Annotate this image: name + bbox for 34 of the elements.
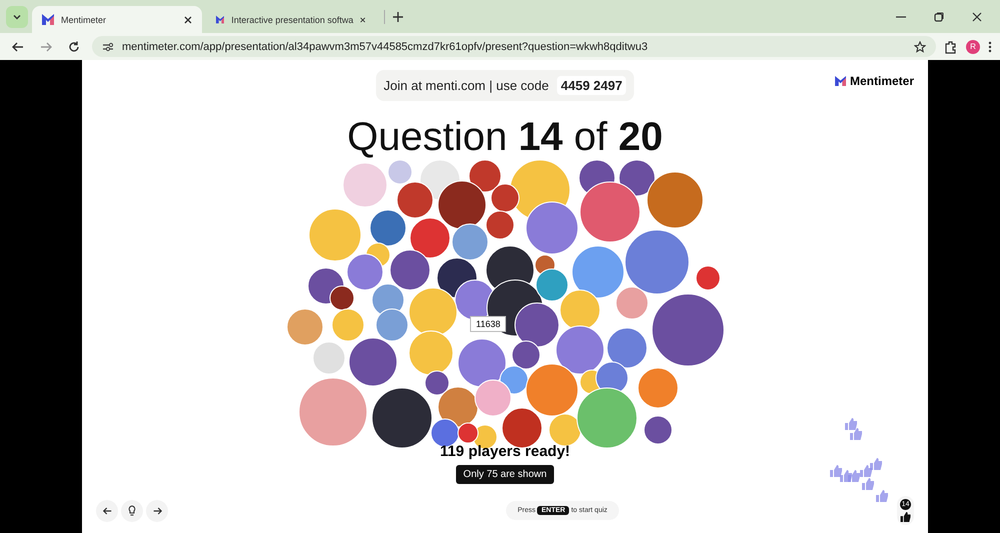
menu-icon[interactable] xyxy=(988,40,992,52)
tab-list-button[interactable] xyxy=(6,6,28,28)
next-button[interactable] xyxy=(146,500,168,522)
reload-icon[interactable] xyxy=(68,40,80,52)
logo-icon xyxy=(216,14,224,25)
browser-tab[interactable]: Mentimeter xyxy=(32,6,202,33)
right-arrow-icon xyxy=(152,506,162,514)
restore-icon[interactable] xyxy=(934,12,944,22)
extensions-icon[interactable] xyxy=(944,40,958,54)
site-settings-icon xyxy=(102,42,114,52)
brand-name: Mentimeter xyxy=(850,74,914,88)
shown-note: Only 75 are shown xyxy=(456,465,554,484)
logo-icon xyxy=(834,76,846,86)
hint-button[interactable] xyxy=(121,500,143,522)
browser-tab[interactable]: Interactive presentation softwa xyxy=(206,6,376,33)
lightbulb-icon xyxy=(128,505,136,516)
logo-icon xyxy=(42,14,54,25)
star-icon[interactable] xyxy=(914,40,926,52)
close-icon[interactable] xyxy=(360,16,366,24)
players-ready-text: 119 players ready! xyxy=(440,443,570,460)
left-arrow-icon xyxy=(102,506,112,514)
tooltip: 11638 xyxy=(470,316,506,332)
question-title: Question 14 of 20 xyxy=(347,115,663,160)
join-code: 4459 2497 xyxy=(556,76,626,95)
plus-icon[interactable] xyxy=(393,12,403,22)
profile-avatar[interactable]: R xyxy=(966,40,980,54)
previous-button[interactable] xyxy=(96,500,118,522)
address-bar[interactable]: mentimeter.com/app/presentation/al34pawvm3m57v44585cmzd7kr61opfv/present?question=wkwh8qditwu3 xyxy=(92,36,936,57)
back-arrow-icon[interactable] xyxy=(12,42,24,52)
thumbs-up-icon xyxy=(900,512,911,522)
join-instructions: Join at menti.com | use code xyxy=(384,78,549,93)
close-icon[interactable] xyxy=(184,16,192,24)
close-icon[interactable] xyxy=(972,12,982,22)
forward-arrow-icon[interactable] xyxy=(40,42,52,52)
